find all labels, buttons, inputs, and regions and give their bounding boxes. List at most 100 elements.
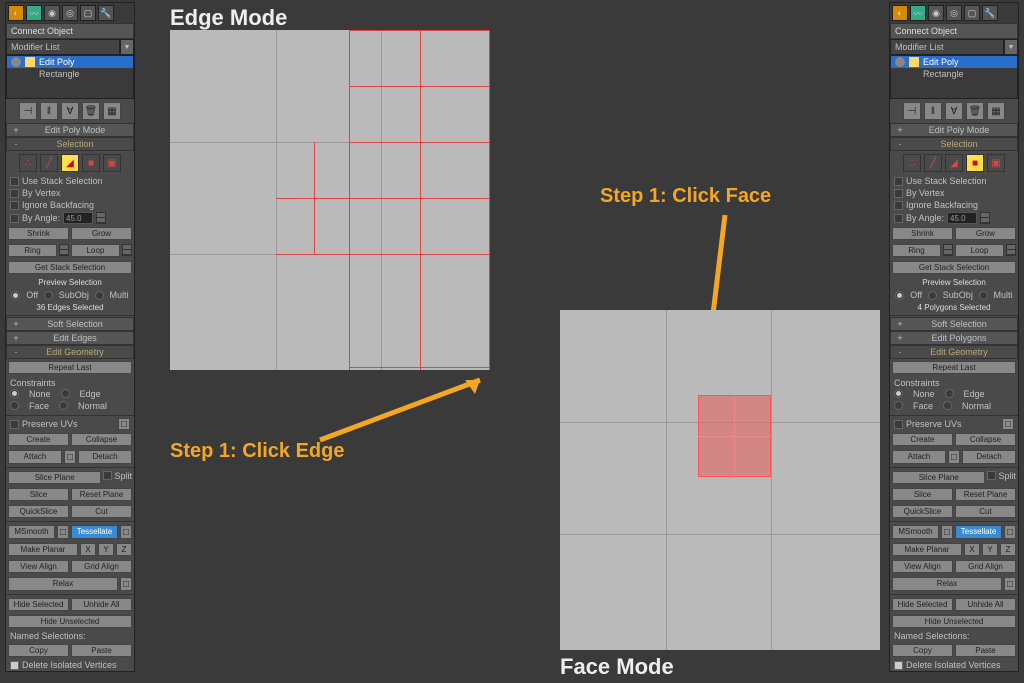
cut-button[interactable]: Cut: [955, 505, 1016, 518]
attach-list-icon[interactable]: □: [948, 450, 960, 464]
rad-preview-off[interactable]: [895, 291, 904, 300]
ring-spinner[interactable]: [943, 244, 953, 256]
chk-by-angle[interactable]: [10, 214, 19, 223]
loop-button[interactable]: Loop: [955, 244, 1004, 257]
loop-spinner[interactable]: [1006, 244, 1016, 256]
grow-button[interactable]: Grow: [71, 227, 132, 240]
relax-settings-icon[interactable]: □: [120, 577, 132, 591]
pin-stack-icon[interactable]: ⊣: [903, 102, 921, 120]
polygon-mode-icon[interactable]: ■: [82, 154, 100, 172]
loop-spinner[interactable]: [122, 244, 132, 256]
edge-mode-icon[interactable]: ╱: [924, 154, 942, 172]
grow-button[interactable]: Grow: [955, 227, 1016, 240]
attach-button[interactable]: Attach: [8, 450, 62, 464]
chk-delete-isolated[interactable]: [10, 661, 19, 670]
unhide-all-button[interactable]: Unhide All: [955, 598, 1016, 611]
motion-tab-icon[interactable]: ◎: [946, 5, 962, 21]
msmooth-button[interactable]: MSmooth: [8, 525, 55, 539]
collapse-button[interactable]: Collapse: [955, 433, 1016, 446]
hide-unselected-button[interactable]: Hide Unselected: [8, 615, 132, 628]
reset-plane-button[interactable]: Reset Plane: [955, 488, 1016, 501]
attach-list-icon[interactable]: □: [64, 450, 76, 464]
polygon-mode-icon[interactable]: ■: [966, 154, 984, 172]
collapse-button[interactable]: Collapse: [71, 433, 132, 446]
chk-delete-isolated[interactable]: [894, 661, 903, 670]
hide-selected-button[interactable]: Hide Selected: [8, 598, 69, 611]
ring-spinner[interactable]: [59, 244, 69, 256]
hierarchy-tab-icon[interactable]: ◉: [44, 5, 60, 21]
motion-tab-icon[interactable]: ◎: [62, 5, 78, 21]
make-planar-button[interactable]: Make Planar: [892, 543, 962, 556]
chk-use-stack[interactable]: [894, 177, 903, 186]
get-stack-selection-button[interactable]: Get Stack Selection: [8, 261, 132, 274]
rad-constraint-none[interactable]: [894, 389, 903, 398]
msmooth-button[interactable]: MSmooth: [892, 525, 939, 539]
create-button[interactable]: Create: [8, 433, 69, 446]
preserve-uvs-settings-icon[interactable]: □: [1002, 418, 1014, 430]
rad-constraint-edge[interactable]: [945, 389, 954, 398]
create-tab-icon[interactable]: ◐: [892, 5, 908, 21]
ring-button[interactable]: Ring: [892, 244, 941, 257]
angle-spinner[interactable]: [96, 212, 106, 224]
rad-preview-subobj[interactable]: [44, 291, 53, 300]
modifier-stack[interactable]: Edit Poly Rectangle: [6, 55, 134, 99]
make-planar-button[interactable]: Make Planar: [8, 543, 78, 556]
chevron-down-icon[interactable]: ▼: [1004, 39, 1018, 55]
chk-split[interactable]: [103, 471, 112, 480]
tessellate-settings-icon[interactable]: □: [1004, 525, 1016, 539]
msmooth-settings-icon[interactable]: □: [57, 525, 69, 539]
modify-tab-icon[interactable]: 〰: [910, 5, 926, 21]
element-mode-icon[interactable]: ▣: [987, 154, 1005, 172]
border-mode-icon[interactable]: ◢: [61, 154, 79, 172]
named-paste-button[interactable]: Paste: [955, 644, 1016, 657]
detach-button[interactable]: Detach: [78, 450, 132, 464]
rad-constraint-face[interactable]: [894, 401, 903, 410]
grid-align-button[interactable]: Grid Align: [955, 560, 1016, 573]
show-end-result-icon[interactable]: ‖: [40, 102, 58, 120]
chevron-down-icon[interactable]: ▼: [120, 39, 134, 55]
chk-ignore-backfacing[interactable]: [894, 201, 903, 210]
preserve-uvs-settings-icon[interactable]: □: [118, 418, 130, 430]
modifier-list-dropdown[interactable]: Modifier List ▼: [6, 39, 134, 55]
create-tab-icon[interactable]: ◐: [8, 5, 24, 21]
loop-button[interactable]: Loop: [71, 244, 120, 257]
slice-plane-button[interactable]: Slice Plane: [8, 471, 101, 484]
rad-preview-multi[interactable]: [979, 291, 988, 300]
rad-constraint-normal[interactable]: [59, 401, 68, 410]
tessellate-button[interactable]: Tessellate: [955, 525, 1002, 539]
utilities-tab-icon[interactable]: 🔧: [982, 5, 998, 21]
element-mode-icon[interactable]: ▣: [103, 154, 121, 172]
planar-y-button[interactable]: Y: [982, 543, 998, 556]
chk-by-vertex[interactable]: [894, 189, 903, 198]
rad-constraint-face[interactable]: [10, 401, 19, 410]
rad-constraint-edge[interactable]: [61, 389, 70, 398]
planar-y-button[interactable]: Y: [98, 543, 114, 556]
unhide-all-button[interactable]: Unhide All: [71, 598, 132, 611]
tessellate-button[interactable]: Tessellate: [71, 525, 118, 539]
vertex-mode-icon[interactable]: ∴: [19, 154, 37, 172]
tessellate-settings-icon[interactable]: □: [120, 525, 132, 539]
rollout-selection[interactable]: -Selection: [6, 137, 134, 151]
rollout-soft-selection[interactable]: +Soft Selection: [6, 317, 134, 331]
rad-constraint-none[interactable]: [10, 389, 19, 398]
slice-button[interactable]: Slice: [8, 488, 69, 501]
planar-z-button[interactable]: Z: [116, 543, 132, 556]
rollout-selection[interactable]: -Selection: [890, 137, 1018, 151]
create-button[interactable]: Create: [892, 433, 953, 446]
cut-button[interactable]: Cut: [71, 505, 132, 518]
rollout-edit-geometry[interactable]: -Edit Geometry: [6, 345, 134, 359]
reset-plane-button[interactable]: Reset Plane: [71, 488, 132, 501]
planar-x-button[interactable]: X: [80, 543, 96, 556]
rad-preview-subobj[interactable]: [928, 291, 937, 300]
angle-spinner[interactable]: [980, 212, 990, 224]
chk-preserve-uvs[interactable]: [894, 420, 903, 429]
shrink-button[interactable]: Shrink: [8, 227, 69, 240]
planar-x-button[interactable]: X: [964, 543, 980, 556]
rollout-soft-selection[interactable]: +Soft Selection: [890, 317, 1018, 331]
hide-unselected-button[interactable]: Hide Unselected: [892, 615, 1016, 628]
rollout-edit-geometry[interactable]: -Edit Geometry: [890, 345, 1018, 359]
quickslice-button[interactable]: QuickSlice: [8, 505, 69, 518]
repeat-last-button[interactable]: Repeat Last: [8, 361, 132, 374]
hide-selected-button[interactable]: Hide Selected: [892, 598, 953, 611]
configure-icon[interactable]: ▦: [987, 102, 1005, 120]
